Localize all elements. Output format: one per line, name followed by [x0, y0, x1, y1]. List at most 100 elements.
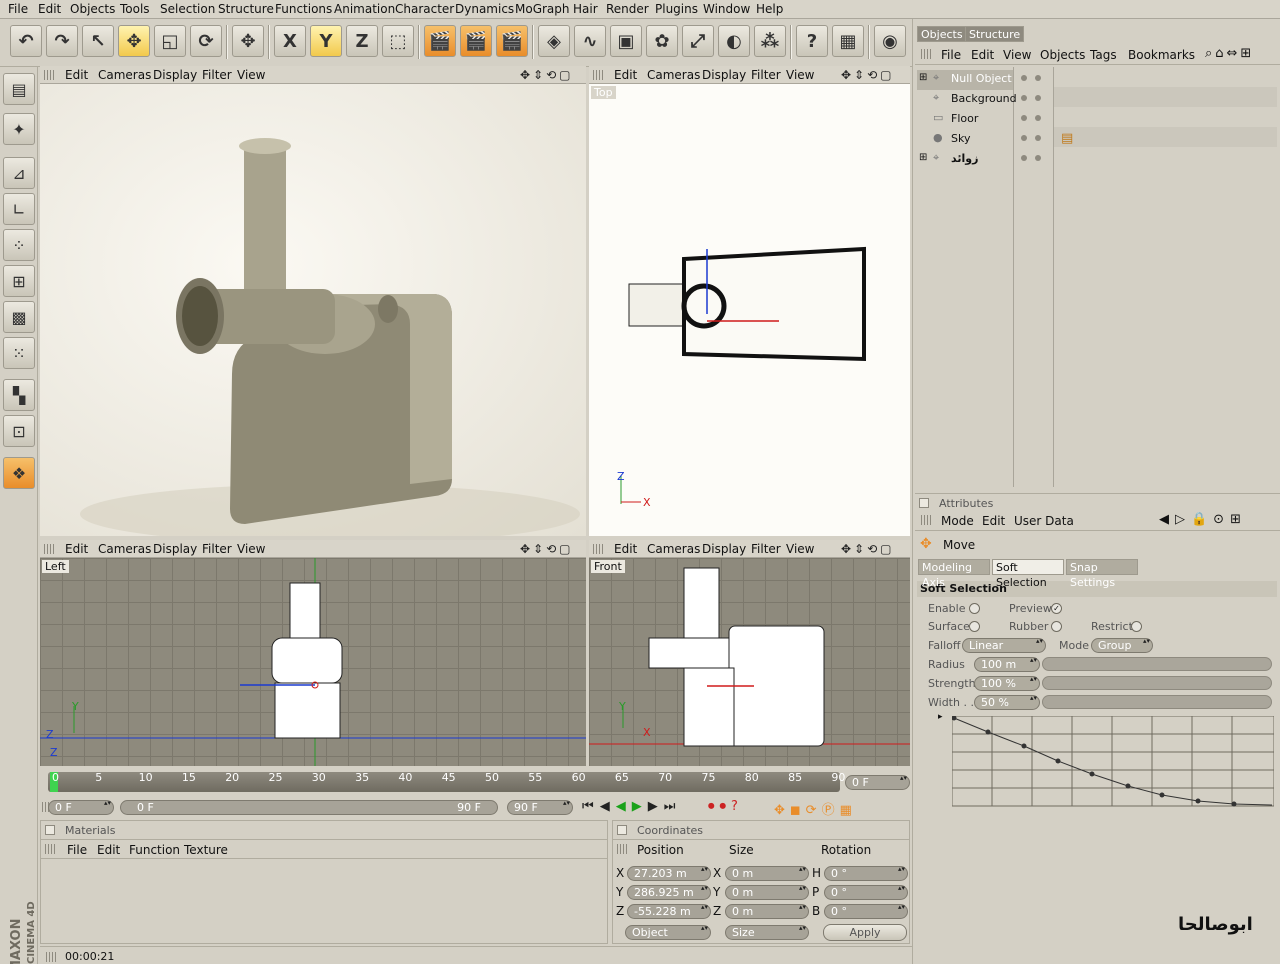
panel-grip[interactable] — [921, 49, 931, 59]
key-controls[interactable]: ✥◼⟳Ⓟ▦ — [774, 799, 857, 818]
strength-field[interactable]: 100 % — [974, 676, 1040, 691]
view-menu-filter[interactable]: Filter — [751, 542, 781, 556]
panel-close-box[interactable] — [919, 498, 929, 508]
curve-expand-icon[interactable]: ▸ — [938, 712, 943, 722]
position-x-field[interactable]: 27.203 m — [627, 866, 711, 881]
spline-button[interactable]: ∿ — [574, 25, 606, 57]
scale-tool-button[interactable]: ◱ — [154, 25, 186, 57]
falloff-curve-graph[interactable] — [952, 716, 1274, 808]
rubber-checkbox[interactable] — [1051, 621, 1062, 632]
view-menu-display[interactable]: Display — [702, 68, 746, 82]
panel-grip[interactable] — [921, 515, 931, 525]
view-navigation-icons[interactable]: ✥⇕⟲▢ — [841, 68, 895, 82]
expand-icon[interactable]: ⊞ — [919, 152, 927, 163]
preview-range-slider[interactable]: 0 F 90 F — [120, 800, 498, 815]
view-menu-cameras[interactable]: Cameras — [98, 542, 151, 556]
object-row[interactable]: ⊞ ⌖ Null Object — [917, 70, 1041, 90]
panel-close-box[interactable] — [617, 825, 627, 835]
axis-tool-button[interactable]: ∟ — [3, 193, 35, 225]
polygons-tool-button[interactable]: ▩ — [3, 301, 35, 333]
redo-button[interactable]: ↷ — [46, 25, 78, 57]
expand-icon[interactable]: ⊞ — [919, 72, 927, 83]
attributes-menu-user-data[interactable]: User Data — [1014, 514, 1074, 528]
radius-slider[interactable] — [1042, 657, 1272, 671]
panel-grip[interactable] — [44, 544, 54, 554]
menu-structure[interactable]: Structure — [218, 2, 274, 16]
axis-move-button[interactable]: ✥ — [232, 25, 264, 57]
panel-grip[interactable] — [593, 70, 603, 80]
visibility-render-dot[interactable] — [1035, 155, 1041, 161]
position-y-field[interactable]: 286.925 m — [627, 885, 711, 900]
playback-controls[interactable]: ⏮◀◀▶▶⏭ — [582, 799, 681, 814]
visibility-editor-dot[interactable] — [1021, 95, 1027, 101]
end-frame-field[interactable]: 90 F — [507, 800, 573, 815]
object-row[interactable]: ⌖ Background — [917, 90, 1041, 110]
object-tool-button[interactable]: ⊿ — [3, 157, 35, 189]
texture-tool-button[interactable]: ▚ — [3, 379, 35, 411]
falloff-dropdown[interactable]: Linear — [962, 638, 1046, 653]
live-selection-button[interactable]: ↖ — [82, 25, 114, 57]
objects-menu-view[interactable]: View — [1003, 48, 1031, 62]
move-tool-button[interactable]: ✥ — [118, 25, 150, 57]
objects-menu-tags[interactable]: Tags — [1090, 48, 1117, 62]
view-menu-cameras[interactable]: Cameras — [98, 68, 151, 82]
visibility-render-dot[interactable] — [1035, 75, 1041, 81]
environment-button[interactable]: ◐ — [718, 25, 750, 57]
object-row[interactable]: ● Sky — [917, 130, 1041, 150]
menu-file[interactable]: File — [8, 2, 28, 16]
view-menu-edit[interactable]: Edit — [65, 542, 88, 556]
enable-checkbox[interactable] — [969, 603, 980, 614]
view-navigation-icons[interactable]: ✥⇕⟲▢ — [520, 68, 574, 82]
tab-modeling-axis[interactable]: Modeling Axis — [918, 559, 990, 589]
view-menu-view[interactable]: View — [786, 542, 814, 556]
menu-help[interactable]: Help — [756, 2, 783, 16]
width-field[interactable]: 50 % — [974, 695, 1040, 710]
surface-checkbox[interactable] — [969, 621, 980, 632]
materials-menu-edit[interactable]: Edit — [97, 843, 120, 857]
attributes-menu-mode[interactable]: Mode — [941, 514, 974, 528]
attributes-nav-icons[interactable]: ◀▷🔒⊙⊞ — [1159, 512, 1247, 527]
points-tool-button[interactable]: ⁘ — [3, 229, 35, 261]
coordinate-mode-dropdown[interactable]: Object — [625, 925, 711, 940]
menu-edit[interactable]: Edit — [38, 2, 61, 16]
width-slider[interactable] — [1042, 695, 1272, 709]
view-menu-display[interactable]: Display — [153, 542, 197, 556]
view-navigation-icons[interactable]: ✥⇕⟲▢ — [841, 542, 895, 556]
radius-field[interactable]: 100 m — [974, 657, 1040, 672]
size-z-field[interactable]: 0 m — [725, 904, 809, 919]
z-axis-lock-button[interactable]: Z — [346, 25, 378, 57]
object-row[interactable]: ⊞ ⌖ زوائد — [917, 150, 1041, 170]
top-viewport[interactable]: Top Z X — [589, 84, 910, 536]
current-frame-field[interactable]: 0 F — [845, 775, 910, 790]
menu-hair[interactable]: Hair — [573, 2, 598, 16]
render-picture-viewer-button[interactable]: 🎬 — [460, 25, 492, 57]
attributes-menu-edit[interactable]: Edit — [982, 514, 1005, 528]
position-z-field[interactable]: -55.228 m — [627, 904, 711, 919]
y-axis-lock-button[interactable]: Y — [310, 25, 342, 57]
perspective-viewport[interactable] — [40, 84, 586, 536]
mode-dropdown[interactable]: Group — [1091, 638, 1153, 653]
tab-snap-settings[interactable]: Snap Settings — [1066, 559, 1138, 589]
view-menu-edit[interactable]: Edit — [614, 542, 637, 556]
visibility-editor-dot[interactable] — [1021, 115, 1027, 121]
cube-object-button[interactable]: ◈ — [538, 25, 570, 57]
rotation-p-field[interactable]: 0 ° — [824, 885, 908, 900]
edges-tool-button[interactable]: ⊞ — [3, 265, 35, 297]
panel-close-box[interactable] — [45, 825, 55, 835]
size-x-field[interactable]: 0 m — [725, 866, 809, 881]
uvw-points-button[interactable]: ⁙ — [3, 337, 35, 369]
view-menu-display[interactable]: Display — [153, 68, 197, 82]
rotate-tool-button[interactable]: ⟳ — [190, 25, 222, 57]
rotation-b-field[interactable]: 0 ° — [824, 904, 908, 919]
view-menu-view[interactable]: View — [786, 68, 814, 82]
menu-dynamics[interactable]: Dynamics — [455, 2, 514, 16]
panel-grip[interactable] — [593, 544, 603, 554]
world-coordinate-button[interactable]: ⬚ — [382, 25, 414, 57]
materials-menu-texture[interactable]: Texture — [184, 843, 228, 857]
strength-slider[interactable] — [1042, 676, 1272, 690]
apply-button[interactable]: Apply — [823, 924, 907, 941]
tweak-mode-button[interactable]: ❖ — [3, 457, 35, 489]
rotation-h-field[interactable]: 0 ° — [824, 866, 908, 881]
visibility-render-dot[interactable] — [1035, 95, 1041, 101]
undo-button[interactable]: ↶ — [10, 25, 42, 57]
